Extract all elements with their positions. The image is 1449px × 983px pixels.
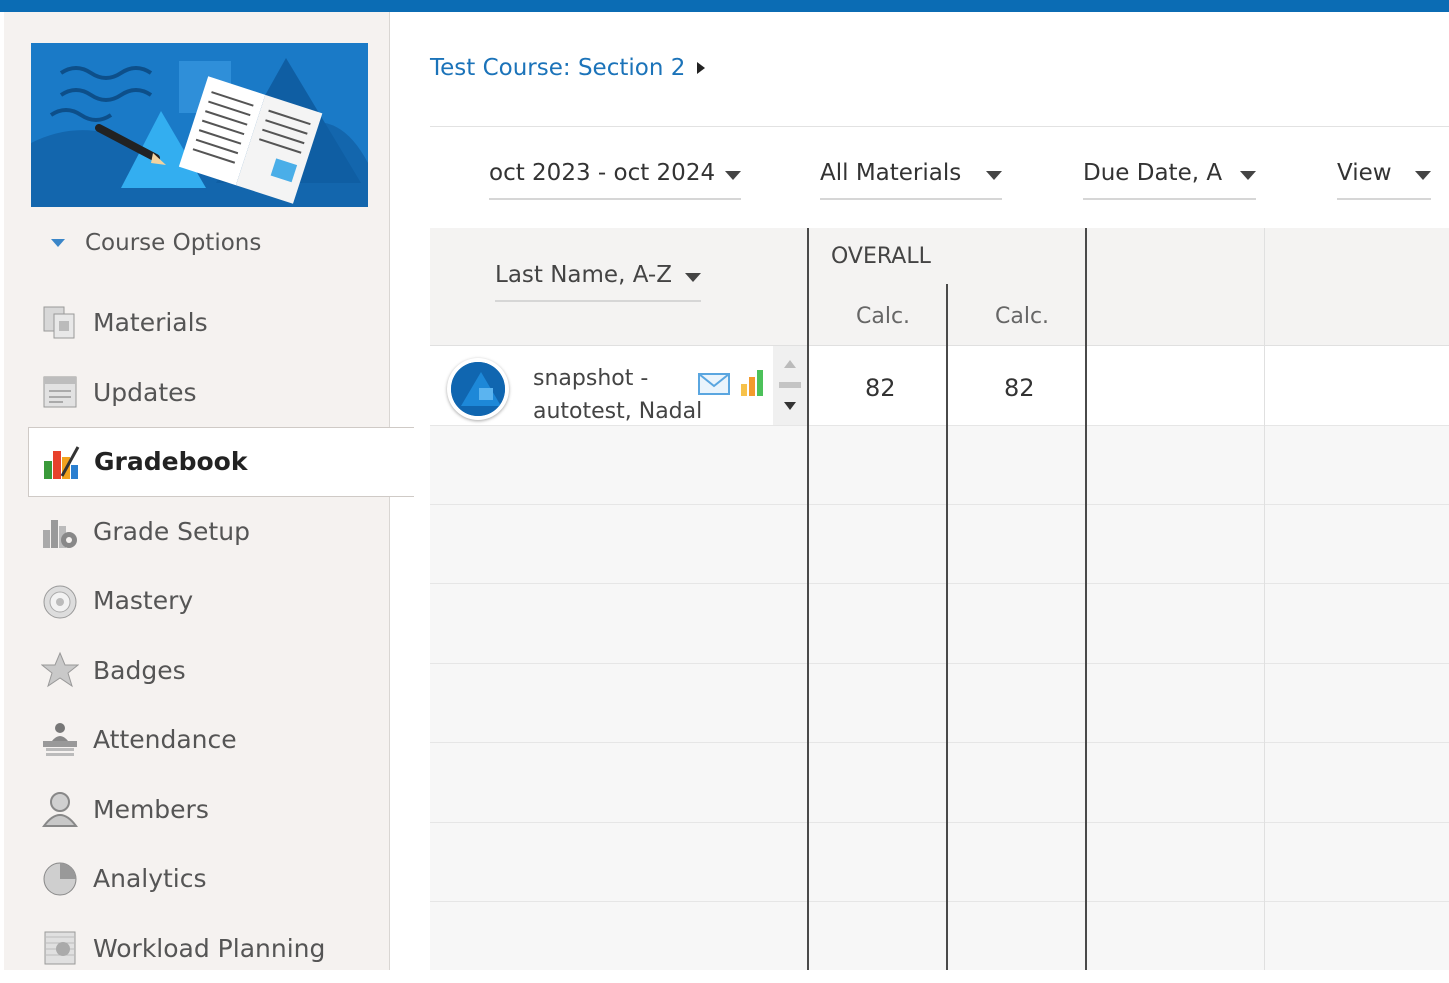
student-analytics-icon[interactable]: [740, 368, 766, 400]
course-banner-image: [31, 43, 368, 207]
sidebar-item-analytics[interactable]: Analytics: [4, 844, 390, 914]
sidebar-item-label: Members: [93, 795, 209, 824]
calc-column-header: Calc.: [856, 304, 910, 329]
materials-filter-dropdown[interactable]: All Materials: [820, 160, 1002, 200]
sidebar-item-materials[interactable]: Materials: [4, 288, 390, 358]
grade-cell[interactable]: 82: [865, 374, 896, 402]
gradebook-icon: [41, 442, 81, 482]
sidebar-item-workload-planning[interactable]: Workload Planning: [4, 914, 390, 983]
caret-down-icon: [51, 239, 65, 247]
student-sort-value: Last Name, A-Z: [495, 262, 672, 300]
grade-setup-icon: [40, 511, 80, 551]
row-divider: [430, 425, 1449, 426]
sidebar-item-label: Grade Setup: [93, 517, 250, 546]
date-range-dropdown[interactable]: oct 2023 - oct 2024: [489, 160, 741, 200]
chevron-down-icon: [685, 273, 701, 282]
student-name-line2: autotest, Nadal: [533, 395, 713, 428]
avatar[interactable]: [447, 358, 509, 420]
course-options-label: Course Options: [85, 230, 261, 256]
sidebar-item-label: Materials: [93, 308, 208, 337]
sidebar-item-label: Updates: [93, 378, 197, 407]
table-row: snapshot - autotest, Nadal 82 82: [430, 346, 1449, 425]
mail-icon[interactable]: [698, 373, 730, 399]
grade-cell[interactable]: 82: [1004, 374, 1035, 402]
sidebar-item-attendance[interactable]: Attendance: [4, 705, 390, 775]
sidebar-item-label: Attendance: [93, 725, 237, 754]
chevron-down-icon: [1415, 171, 1431, 180]
row-divider: [430, 663, 1449, 664]
members-icon: [40, 789, 80, 829]
date-range-value: oct 2023 - oct 2024: [489, 160, 715, 186]
student-name[interactable]: snapshot - autotest, Nadal: [533, 362, 713, 428]
sort-order-dropdown[interactable]: Due Date, A: [1083, 160, 1256, 200]
top-accent-bar: [0, 0, 1449, 12]
view-label: View: [1337, 160, 1392, 186]
workload-planning-icon: [40, 928, 80, 968]
scroll-down-icon[interactable]: [784, 402, 796, 410]
updates-icon: [40, 372, 80, 412]
materials-icon: [40, 303, 80, 343]
row-divider: [430, 504, 1449, 505]
gradebook-grid: Last Name, A-Z OVERALL Calc. Calc. snaps…: [430, 228, 1449, 970]
sidebar-nav: Materials Updates Gradebook Grade Setup …: [4, 288, 390, 983]
chevron-down-icon: [986, 171, 1002, 180]
sidebar-item-label: Mastery: [93, 586, 193, 615]
sidebar-item-label: Badges: [93, 656, 186, 685]
row-divider: [430, 583, 1449, 584]
sort-order-value: Due Date, A: [1083, 160, 1222, 186]
column-divider: [807, 228, 809, 970]
column-divider: [1085, 228, 1087, 970]
mastery-icon: [40, 581, 80, 621]
sidebar-item-label: Analytics: [93, 864, 207, 893]
sidebar-item-grade-setup[interactable]: Grade Setup: [4, 497, 390, 567]
materials-filter-value: All Materials: [820, 160, 961, 186]
row-divider: [430, 742, 1449, 743]
calc-column-header: Calc.: [995, 304, 1049, 329]
row-divider: [430, 822, 1449, 823]
view-dropdown[interactable]: View: [1337, 160, 1431, 200]
sidebar-item-updates[interactable]: Updates: [4, 358, 390, 428]
row-divider: [430, 901, 1449, 902]
caret-right-icon: [697, 62, 705, 74]
header-divider: [430, 126, 1449, 127]
student-name-line1: snapshot -: [533, 362, 713, 395]
overall-column-header: OVERALL: [831, 244, 931, 269]
sidebar-item-label: Gradebook: [94, 447, 247, 476]
sidebar-item-mastery[interactable]: Mastery: [4, 566, 390, 636]
chevron-down-icon: [1240, 171, 1256, 180]
sidebar-item-label: Workload Planning: [93, 934, 325, 963]
scroll-up-icon[interactable]: [784, 360, 796, 368]
breadcrumb[interactable]: Test Course: Section 2: [430, 55, 705, 81]
sidebar-item-gradebook[interactable]: Gradebook: [28, 427, 414, 497]
course-options-toggle[interactable]: Course Options: [51, 230, 261, 256]
sidebar-item-members[interactable]: Members: [4, 775, 390, 845]
student-sort-dropdown[interactable]: Last Name, A-Z: [495, 262, 701, 302]
column-divider: [946, 284, 948, 970]
course-sidebar: Course Options Materials Updates Gradebo…: [4, 12, 390, 970]
column-divider: [1264, 228, 1265, 970]
row-scrollbar[interactable]: [773, 346, 807, 425]
badges-icon: [40, 650, 80, 690]
chevron-down-icon: [725, 171, 741, 180]
sidebar-item-badges[interactable]: Badges: [4, 636, 390, 706]
analytics-icon: [40, 859, 80, 899]
attendance-icon: [40, 720, 80, 760]
breadcrumb-course-link[interactable]: Test Course: Section 2: [430, 55, 685, 81]
